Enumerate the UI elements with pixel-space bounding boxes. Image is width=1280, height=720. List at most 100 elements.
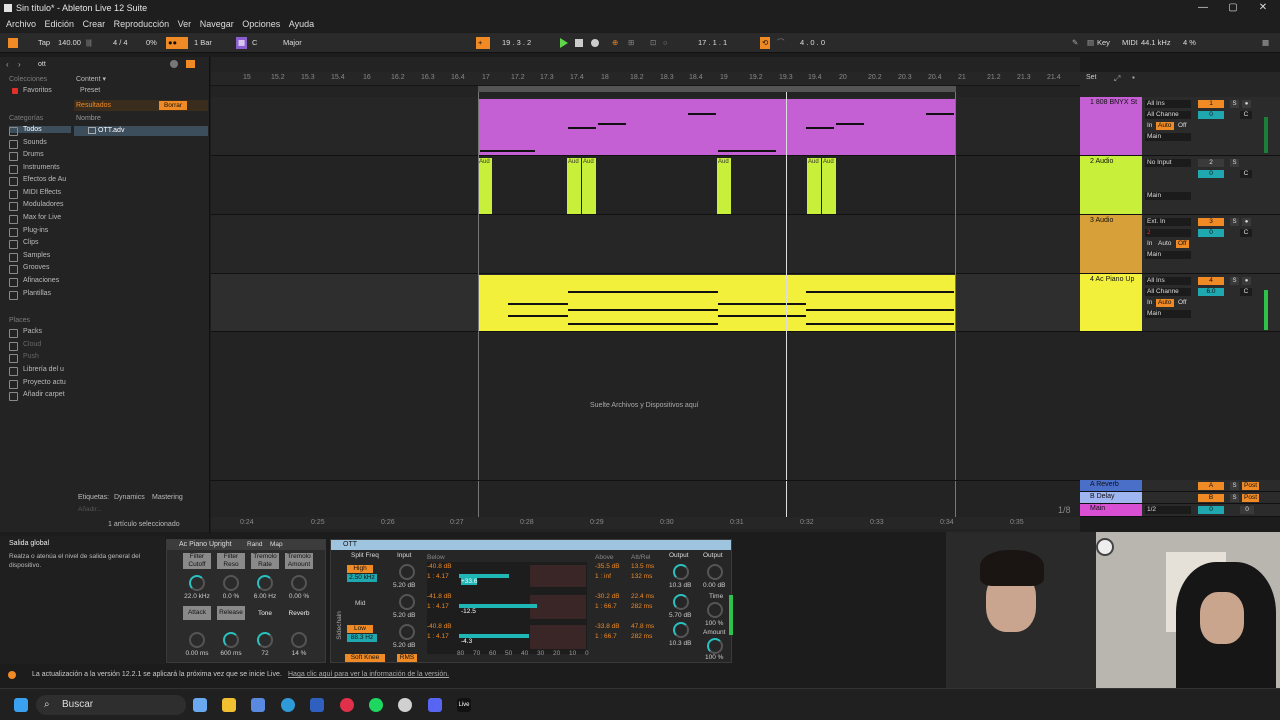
high-below-ratio[interactable]: 1 : 4.17 xyxy=(427,573,449,580)
store-icon[interactable] xyxy=(251,698,265,712)
discord-icon[interactable] xyxy=(428,698,442,712)
arrangement-record-icon[interactable]: + xyxy=(476,37,490,49)
main-output[interactable]: 1/2 xyxy=(1145,506,1191,514)
category-instruments[interactable]: Instruments xyxy=(9,164,60,174)
menu-reproduccion[interactable]: Reproducción xyxy=(114,16,170,32)
loop-length[interactable]: 4 . 0 . 0 xyxy=(800,37,825,49)
mid-input-knob[interactable] xyxy=(399,594,415,610)
track-header-1[interactable]: 1 808 BNYX St All Ins All Channe 1 0 S ●… xyxy=(1080,97,1280,156)
loop-start[interactable]: 17 . 1 . 1 xyxy=(698,37,727,49)
copilot-icon[interactable] xyxy=(193,698,207,712)
category-samples[interactable]: Samples xyxy=(9,252,50,262)
track-header-4[interactable]: 4 Ac Piano Up All Ins All Channe 4 6.0 S… xyxy=(1080,274,1280,332)
track-name-2[interactable]: 2 Audio xyxy=(1080,156,1142,214)
low-above-thresh[interactable]: -33.8 dB xyxy=(595,623,620,630)
track-volume-2[interactable]: 0 xyxy=(1198,170,1224,178)
track-lane-1[interactable] xyxy=(211,97,1080,156)
filter-icon[interactable] xyxy=(186,60,195,68)
track-activator-4[interactable]: 4 xyxy=(1198,277,1224,285)
draw-mode-icon[interactable]: ✎ xyxy=(1072,37,1078,49)
output-3[interactable]: Main xyxy=(1145,251,1191,259)
return-activator-b[interactable]: B xyxy=(1198,494,1224,502)
metronome-icon[interactable]: ||| xyxy=(86,37,92,49)
low-below-thresh[interactable]: -40.8 dB xyxy=(427,623,452,630)
add-tag[interactable]: Añadir... xyxy=(78,506,102,513)
return-solo-a[interactable]: S xyxy=(1230,482,1239,490)
high-below-thresh[interactable]: -40.8 dB xyxy=(427,563,452,570)
layout-icon[interactable]: ▦ xyxy=(1262,37,1269,49)
content-dropdown[interactable]: Content ▾ xyxy=(76,75,106,83)
tag-dynamics[interactable]: Dynamics xyxy=(114,494,145,501)
audio-clip[interactable]: Aud xyxy=(807,158,821,214)
menu-navegar[interactable]: Navegar xyxy=(200,16,234,32)
rack-title[interactable]: Ac Piano Upright xyxy=(167,540,325,550)
clear-results-button[interactable]: Borrar xyxy=(159,101,187,110)
place-current-project[interactable]: Proyecto actu xyxy=(9,379,66,389)
macro-knob-3[interactable] xyxy=(257,575,273,591)
low-split-freq[interactable]: 88.3 Hz xyxy=(347,634,377,642)
browser-back-icon[interactable]: ‹ xyxy=(6,60,9,69)
monitor-in-4[interactable]: In xyxy=(1145,299,1155,307)
category-midi-effects[interactable]: MIDI Effects xyxy=(9,189,61,199)
return-track-a[interactable]: A Reverb A S Post xyxy=(1080,480,1280,492)
category-todos[interactable]: Todos xyxy=(9,126,71,136)
instrument-rack-device[interactable]: Ac Piano Upright Rand Map Filter Cutoff … xyxy=(166,539,326,663)
amount-knob[interactable] xyxy=(707,638,723,654)
scale-mode-icon[interactable]: ▦ xyxy=(236,37,248,49)
key-map-button[interactable]: Key xyxy=(1097,37,1110,49)
category-plugins[interactable]: Plug-ins xyxy=(9,227,48,237)
band-display[interactable]: -40.8 dB 1 : 4.17 -41.8 dB 1 : 4.17 -40.… xyxy=(427,562,587,654)
midi-clip-808[interactable] xyxy=(478,99,956,155)
high-output-knob[interactable] xyxy=(673,564,689,580)
macro-knob-7[interactable] xyxy=(257,632,273,648)
beat-time-ruler[interactable]: 15 15.2 15.3 15.4 16 16.2 16.3 16.4 17 1… xyxy=(211,72,1080,86)
monitor-in-3[interactable]: In xyxy=(1145,240,1155,248)
track-header-2[interactable]: 2 Audio No Input 2 0 S C Main xyxy=(1080,156,1280,215)
track-lane-2[interactable]: Aud Aud Aud Aud Aud Aud xyxy=(211,156,1080,215)
audio-clip[interactable]: Aud xyxy=(822,158,836,214)
ott-device[interactable]: OTT Split Freq Input Below Above Att/Rel… xyxy=(330,539,733,663)
category-templates[interactable]: Plantillas xyxy=(9,290,51,300)
lock-icon[interactable]: ▪ xyxy=(1132,73,1135,82)
tag-mastering[interactable]: Mastering xyxy=(152,494,183,501)
automation-arm-icon[interactable]: ⊞ xyxy=(628,37,634,49)
name-column-header[interactable]: Nombre xyxy=(76,115,101,122)
low-below-ratio[interactable]: 1 : 4.17 xyxy=(427,633,449,640)
quantize-select[interactable]: 1 Bar xyxy=(194,37,212,49)
expand-icon[interactable]: ⤢ xyxy=(1114,74,1120,84)
monitor-auto-1[interactable]: Auto xyxy=(1156,122,1174,130)
soft-knee-button[interactable]: Soft Knee xyxy=(345,654,385,662)
time-knob[interactable] xyxy=(707,602,723,618)
monitor-in-1[interactable]: In xyxy=(1145,122,1155,130)
pan-2[interactable]: C xyxy=(1240,170,1252,178)
pan-3[interactable]: C xyxy=(1240,229,1252,237)
macro-knob-1[interactable] xyxy=(189,575,205,591)
overdub-icon[interactable]: ⊕ xyxy=(612,37,618,49)
category-audio-effects[interactable]: Efectos de Au xyxy=(9,176,66,186)
maximize-button[interactable]: ▢ xyxy=(1218,0,1248,16)
capture-icon[interactable]: ⊡ xyxy=(650,37,656,49)
return-solo-b[interactable]: S xyxy=(1230,494,1239,502)
midi-map-button[interactable]: MIDI xyxy=(1122,37,1138,49)
solo-button-2[interactable]: S xyxy=(1230,159,1239,167)
edge-icon[interactable] xyxy=(281,698,295,712)
monitor-off-1[interactable]: Off xyxy=(1176,122,1189,130)
track-volume-1[interactable]: 0 xyxy=(1198,111,1224,119)
return-activator-a[interactable]: A xyxy=(1198,482,1224,490)
solo-button-1[interactable]: S xyxy=(1230,100,1239,108)
return-post-a[interactable]: Post xyxy=(1242,482,1260,490)
low-input-knob[interactable] xyxy=(399,624,415,640)
browser-forward-icon[interactable]: › xyxy=(18,60,21,69)
output-1[interactable]: Main xyxy=(1145,133,1191,141)
track-header-3[interactable]: 3 Audio Ext. In 2 3 0 S ● C In Auto Off … xyxy=(1080,215,1280,274)
rand-button[interactable]: Rand xyxy=(247,541,263,548)
menu-ver[interactable]: Ver xyxy=(178,16,192,32)
monitor-auto-4[interactable]: Auto xyxy=(1156,299,1174,307)
sidechain-toggle[interactable]: Sidechain xyxy=(336,611,343,640)
high-band-button[interactable]: High xyxy=(347,565,373,573)
input-channel-3[interactable]: 2 xyxy=(1145,229,1191,237)
category-modulators[interactable]: Moduladores xyxy=(9,201,63,211)
time-signature[interactable]: 4 / 4 xyxy=(113,37,128,49)
time-ruler-bottom[interactable]: 0:24 0:25 0:26 0:27 0:28 0:29 0:30 0:31 … xyxy=(211,517,1080,529)
arm-button-1[interactable]: ● xyxy=(1242,100,1251,108)
